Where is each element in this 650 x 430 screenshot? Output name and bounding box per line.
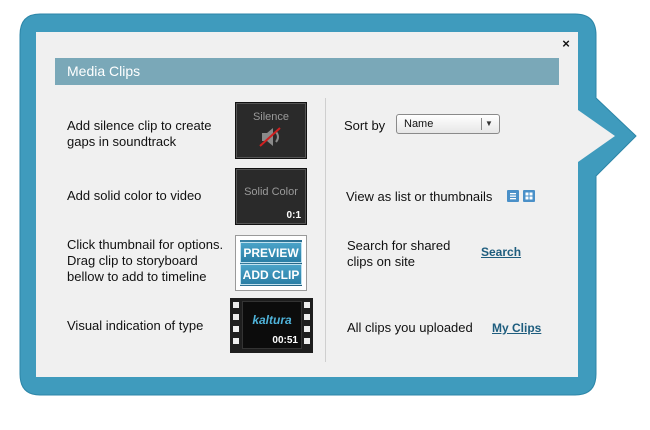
select-separator (481, 118, 482, 130)
type-indicator-description: Visual indication of type (67, 318, 204, 333)
sort-label: Sort by (344, 118, 386, 133)
header-bar: Media Clips (55, 58, 559, 85)
preview-button[interactable]: PREVIEW (240, 242, 302, 263)
dropdown-arrow-icon[interactable]: ▼ (485, 118, 493, 130)
video-clip-thumbnail[interactable]: kaltura 00:51 (230, 298, 313, 353)
page-title: Media Clips (67, 63, 141, 79)
film-holes-right (304, 302, 310, 350)
my-clips-label: All clips you uploaded (347, 320, 473, 335)
silence-description: Add silence clip to create gaps in sound… (67, 118, 212, 149)
preview-description: Click thumbnail for options. Drag clip t… (67, 237, 224, 284)
close-icon[interactable]: × (562, 36, 570, 51)
clip-duration: 0:1 (286, 210, 301, 221)
clip-options-thumbnail[interactable]: PREVIEW ADD CLIP (235, 235, 307, 291)
video-duration: 00:51 (272, 335, 298, 346)
my-clips-link[interactable]: My Clips (492, 321, 541, 335)
silence-clip-thumbnail[interactable]: Silence (235, 102, 307, 159)
silence-thumb-label: Silence (252, 111, 290, 123)
video-frame: kaltura 00:51 (242, 301, 302, 349)
column-divider (325, 98, 326, 362)
sort-select[interactable]: Name ▼ (396, 114, 500, 134)
search-shared-label: Search for shared clips on site (347, 238, 451, 269)
list-view-icon[interactable] (507, 190, 519, 202)
film-holes-left (233, 302, 239, 350)
kaltura-logo: kaltura (252, 313, 292, 327)
solid-color-clip-thumbnail[interactable]: Solid Color 0:1 (235, 168, 307, 225)
preview-thumbnail-image: PREVIEW ADD CLIP (240, 240, 302, 286)
add-clip-button[interactable]: ADD CLIP (240, 264, 302, 285)
close-button[interactable]: × (559, 37, 573, 51)
sort-select-value: Name (404, 118, 434, 130)
solid-color-description: Add solid color to video (67, 188, 202, 203)
solid-color-thumb-label: Solid Color (244, 186, 298, 198)
muted-speaker-icon (259, 127, 281, 147)
thumbnail-view-icon[interactable] (523, 190, 535, 202)
view-mode-label: View as list or thumbnails (346, 189, 493, 204)
search-link[interactable]: Search (481, 245, 521, 259)
